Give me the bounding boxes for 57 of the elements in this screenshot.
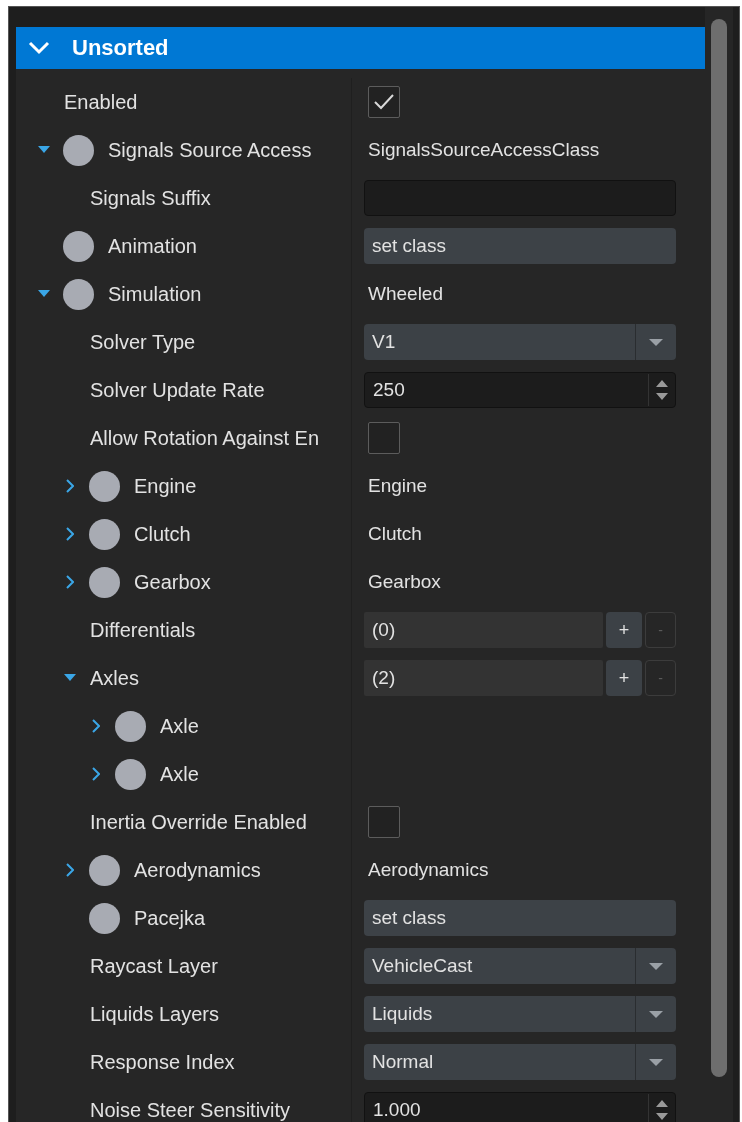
dropdown[interactable]: V1 (364, 324, 676, 360)
add-button[interactable]: + (606, 660, 642, 696)
property-label: Differentials (90, 618, 196, 642)
dropdown[interactable]: Normal (364, 1044, 676, 1080)
property-label: Animation (108, 234, 197, 258)
property-label: Enabled (64, 90, 138, 114)
scrollbar-thumb[interactable] (711, 19, 727, 1077)
property-label: Gearbox (134, 570, 211, 594)
checkbox[interactable] (368, 422, 400, 454)
check-icon (373, 93, 395, 111)
chevron-right-icon[interactable] (66, 527, 74, 541)
chevron-right-icon[interactable] (66, 575, 74, 589)
property-label: Axle (160, 714, 199, 738)
property-label: Engine (134, 474, 197, 498)
property-label: Pacejka (134, 906, 206, 930)
property-label: Solver Update Rate (90, 378, 265, 402)
count-field: (2) (364, 660, 603, 696)
property-label: Solver Type (90, 330, 196, 354)
dropdown[interactable]: Liquids (364, 996, 676, 1032)
property-label: Signals Suffix (90, 186, 211, 210)
number-field[interactable]: 1.000 (364, 1092, 676, 1122)
property-label: Axles (90, 666, 139, 690)
property-value: Engine (367, 475, 428, 497)
property-label: Response Index (90, 1050, 235, 1074)
property-label: Clutch (134, 522, 191, 546)
chevron-right-icon[interactable] (66, 863, 74, 877)
property-label: Noise Steer Sensitivity (90, 1098, 291, 1122)
add-button[interactable]: + (606, 612, 642, 648)
section-header[interactable]: Unsorted (16, 27, 705, 69)
property-label: Allow Rotation Against En (90, 426, 320, 450)
property-label: Raycast Layer (90, 954, 218, 978)
property-value: Aerodynamics (367, 859, 489, 881)
checkbox[interactable] (368, 86, 400, 118)
number-field[interactable]: 250 (364, 372, 676, 408)
section-title: Unsorted (72, 35, 169, 61)
property-value: Gearbox (367, 571, 441, 593)
property-label: Inertia Override Enabled (90, 810, 307, 834)
set-class-button[interactable]: set class (364, 900, 676, 936)
dropdown[interactable]: VehicleCast (364, 948, 676, 984)
chevron-right-icon[interactable] (92, 767, 100, 781)
property-label: Liquids Layers (90, 1002, 219, 1026)
property-label: Signals Source Access (108, 138, 312, 162)
checkbox[interactable] (368, 806, 400, 838)
property-value: Wheeled (367, 283, 443, 305)
chevron-down-icon (28, 41, 50, 55)
chevron-right-icon[interactable] (92, 719, 100, 733)
property-label: Axle (160, 762, 199, 786)
count-field: (0) (364, 612, 603, 648)
expand-arrow-icon[interactable] (38, 290, 50, 298)
property-value: Clutch (367, 523, 422, 545)
property-value: SignalsSourceAccessClass (367, 139, 600, 161)
property-label: Aerodynamics (134, 858, 261, 882)
property-label: Simulation (108, 282, 202, 306)
expand-arrow-icon[interactable] (64, 674, 76, 682)
expand-arrow-icon[interactable] (38, 146, 50, 154)
set-class-button[interactable]: set class (364, 228, 676, 264)
chevron-right-icon[interactable] (66, 479, 74, 493)
